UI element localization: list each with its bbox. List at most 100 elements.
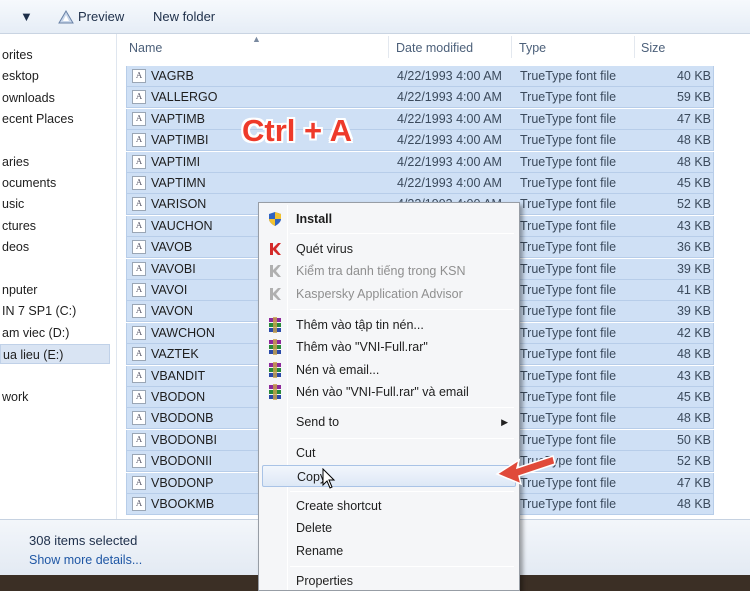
file-size: 48 KB	[676, 133, 711, 147]
column-size[interactable]: Size	[641, 41, 665, 55]
nav-desktop[interactable]: esktop	[0, 66, 110, 86]
menu-item-kaspersky-advisor[interactable]: Kaspersky Application Advisor	[262, 283, 516, 305]
preview-label: Preview	[78, 9, 125, 24]
menu-label: Rename	[296, 544, 344, 558]
preview-button[interactable]: Preview	[58, 9, 124, 24]
menu-item-compress-rar-and-email[interactable]: Nén vào "VNI-Full.rar" và email	[262, 381, 516, 403]
file-size: 47 KB	[676, 112, 711, 126]
font-file-icon: A	[132, 411, 146, 425]
menu-label: Nén vào "VNI-Full.rar" và email	[296, 385, 469, 399]
file-name: VAZTEK	[151, 347, 199, 361]
menu-item-compress-and-email[interactable]: Nén và email...	[262, 359, 516, 381]
file-size: 41 KB	[676, 283, 711, 297]
nav-downloads[interactable]: ownloads	[0, 88, 110, 108]
file-row[interactable]: A VAPTIMI 4/22/1993 4:00 AM TrueType font f…	[126, 152, 714, 173]
kaspersky-k-icon	[270, 288, 281, 300]
nav-documents[interactable]: ocuments	[0, 173, 110, 193]
menu-label: Delete	[296, 521, 333, 535]
menu-item-copy[interactable]: Copy	[262, 465, 516, 487]
file-name: VAVOB	[151, 240, 193, 254]
menu-item-kiem-tra-ksn[interactable]: Kiểm tra danh tiếng trong KSN	[262, 260, 516, 282]
file-row[interactable]: A VALLERGO 4/22/1993 4:00 AM TrueType font …	[126, 87, 714, 108]
column-divider[interactable]	[511, 36, 512, 58]
file-row[interactable]: A VAGRB 4/22/1993 4:00 AM TrueType font fil…	[126, 66, 714, 87]
font-file-icon: A	[132, 112, 146, 126]
show-more-details-link[interactable]: Show more details...	[29, 553, 142, 567]
menu-label: Send to	[296, 415, 340, 429]
file-type: TrueType font file	[520, 411, 617, 425]
column-divider[interactable]	[634, 36, 635, 58]
file-size: 45 KB	[676, 390, 711, 404]
file-type: TrueType font file	[520, 240, 617, 254]
menu-label: Kiểm tra danh tiếng trong KSN	[296, 264, 466, 278]
nav-pictures[interactable]: ctures	[0, 216, 110, 236]
nav-drive-e[interactable]: ua lieu (E:)	[0, 344, 110, 364]
nav-music[interactable]: usic	[0, 194, 110, 214]
file-row[interactable]: A VAPTIMBI 4/22/1993 4:00 AM TrueType font …	[126, 130, 714, 151]
file-date: 4/22/1993 4:00 AM	[397, 133, 502, 147]
menu-item-rename[interactable]: Rename	[262, 540, 516, 562]
menu-item-add-to-vni-full-rar[interactable]: Thêm vào "VNI-Full.rar"	[262, 336, 516, 358]
nav-libraries[interactable]: aries	[0, 152, 110, 172]
file-name: VBODONBI	[151, 433, 217, 447]
nav-computer[interactable]: nputer	[0, 280, 110, 300]
font-file-icon: A	[132, 262, 146, 276]
red-pointer-arrow-icon	[495, 455, 556, 486]
file-type: TrueType font file	[520, 155, 617, 169]
file-type: TrueType font file	[520, 197, 617, 211]
file-row[interactable]: A VAPTIMB 4/22/1993 4:00 AM TrueType font f…	[126, 109, 714, 130]
file-type: TrueType font file	[520, 326, 617, 340]
nav-videos[interactable]: deos	[0, 237, 110, 257]
winrar-books-icon	[269, 317, 281, 333]
font-file-icon: A	[132, 390, 146, 404]
file-type: TrueType font file	[520, 347, 617, 361]
font-file-icon: A	[132, 283, 146, 297]
column-date-modified[interactable]: Date modified	[396, 41, 473, 55]
font-file-icon: A	[132, 240, 146, 254]
kaspersky-k-icon	[270, 243, 281, 255]
file-size: 39 KB	[676, 304, 711, 318]
new-folder-button[interactable]: New folder	[153, 9, 215, 24]
menu-item-quet-virus[interactable]: Quét virus	[262, 238, 516, 260]
file-name: VAVOI	[151, 283, 188, 297]
nav-recent-places[interactable]: ecent Places	[0, 109, 110, 129]
organize-dropdown-arrow[interactable]: ▼	[20, 9, 33, 24]
column-name[interactable]: Name	[129, 41, 162, 55]
file-size: 48 KB	[676, 155, 711, 169]
menu-item-install[interactable]: Install	[262, 208, 516, 230]
font-file-icon: A	[132, 304, 146, 318]
file-size: 47 KB	[676, 476, 711, 490]
nav-drive-d[interactable]: am viec (D:)	[0, 323, 110, 343]
font-file-icon: A	[132, 155, 146, 169]
file-name: VAPTIMN	[151, 176, 206, 190]
menu-item-add-to-archive[interactable]: Thêm vào tập tin nén...	[262, 314, 516, 336]
nav-favorites[interactable]: orites	[0, 45, 110, 65]
winrar-books-icon	[269, 339, 281, 355]
file-name: VBODON	[151, 390, 206, 404]
menu-item-properties[interactable]: Properties	[262, 570, 516, 591]
font-file-icon: A	[132, 476, 146, 490]
font-file-icon: A	[132, 69, 146, 83]
menu-item-create-shortcut[interactable]: Create shortcut	[262, 495, 516, 517]
file-type: TrueType font file	[520, 390, 617, 404]
column-type[interactable]: Type	[519, 41, 546, 55]
file-name: VAVON	[151, 304, 193, 318]
nav-drive-c[interactable]: IN 7 SP1 (C:)	[0, 301, 110, 321]
menu-item-cut[interactable]: Cut	[262, 442, 516, 464]
font-file-icon: A	[132, 347, 146, 361]
file-type: TrueType font file	[520, 497, 617, 511]
menu-item-delete[interactable]: Delete	[262, 517, 516, 539]
column-divider[interactable]	[388, 36, 389, 58]
uac-shield-icon	[269, 212, 281, 226]
file-name: VBODONII	[151, 454, 213, 468]
command-bar: ▼ Preview New folder	[0, 0, 750, 34]
file-name: VBODONP	[151, 476, 214, 490]
file-name: VBANDIT	[151, 369, 206, 383]
file-size: 43 KB	[676, 369, 711, 383]
menu-item-send-to[interactable]: Send to ▶	[262, 411, 516, 433]
file-type: TrueType font file	[520, 176, 617, 190]
file-row[interactable]: A VAPTIMN 4/22/1993 4:00 AM TrueType font f…	[126, 173, 714, 194]
file-name: VAPTIMI	[151, 155, 201, 169]
file-name: VAWCHON	[151, 326, 215, 340]
nav-network[interactable]: work	[0, 387, 110, 407]
